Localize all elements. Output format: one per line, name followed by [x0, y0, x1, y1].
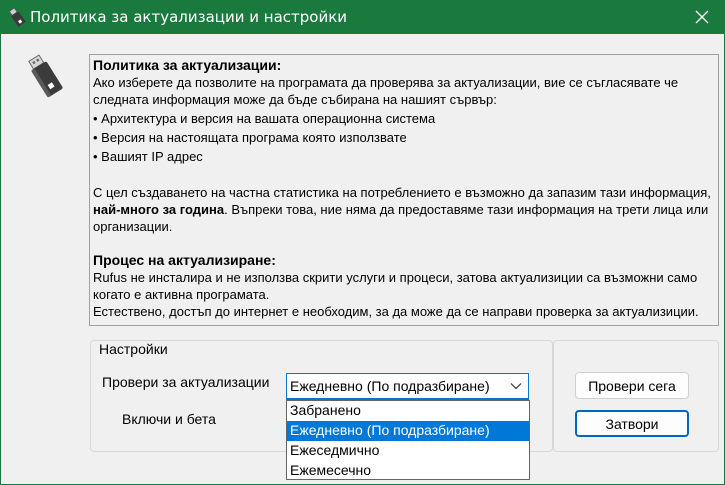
usb-drive-icon: [28, 54, 63, 98]
policy-bullet: • Вашият IP адрес: [93, 149, 203, 164]
frequency-dropdown-list: Забранено Ежедневно (По подразбиране) Еж…: [286, 400, 530, 480]
policy-bullet: • Версия на настоящата програма която из…: [93, 130, 407, 145]
dropdown-option-disabled[interactable]: Забранено: [287, 401, 529, 421]
close-button[interactable]: Затвори: [575, 410, 689, 437]
update-policy-text: Политика за актуализации: Ако изберете д…: [89, 54, 719, 326]
policy-heading: Политика за актуализации:: [93, 57, 282, 73]
check-now-button[interactable]: Провери сега: [575, 372, 689, 399]
selected-frequency: Ежедневно (По подразбиране): [290, 378, 490, 394]
policy-bullet: • Архитектура и версия на вашата операци…: [93, 111, 436, 126]
chevron-down-icon: [510, 383, 522, 390]
update-frequency-select[interactable]: Ежедневно (По подразбиране): [286, 373, 529, 400]
process-heading: Процес на актуализиране:: [93, 252, 276, 268]
statistics-paragraph: С цел създаването на частна статистика н…: [93, 185, 711, 234]
window-title: Политика за актуализации и настройки: [30, 8, 348, 26]
settings-legend: Настройки: [97, 341, 170, 357]
close-icon: [695, 10, 709, 24]
include-beta-label: Включи и бета: [122, 411, 216, 427]
check-updates-label: Провери за актуализации: [102, 374, 270, 390]
process-paragraph: Rufus не инсталира и не използва скрити …: [93, 270, 698, 302]
internet-paragraph: Естествено, достъп до интернет е необход…: [93, 304, 699, 319]
policy-paragraph: Ако изберете да позволите на програмата …: [93, 75, 679, 107]
dropdown-option-monthly[interactable]: Ежемесечно: [287, 461, 529, 481]
usb-drive-icon: [8, 7, 26, 27]
title-bar: Политика за актуализации и настройки: [0, 0, 725, 34]
close-window-button[interactable]: [679, 0, 725, 34]
dropdown-option-weekly[interactable]: Ежеседмично: [287, 441, 529, 461]
dropdown-option-daily[interactable]: Ежедневно (По подразбиране): [287, 421, 529, 441]
